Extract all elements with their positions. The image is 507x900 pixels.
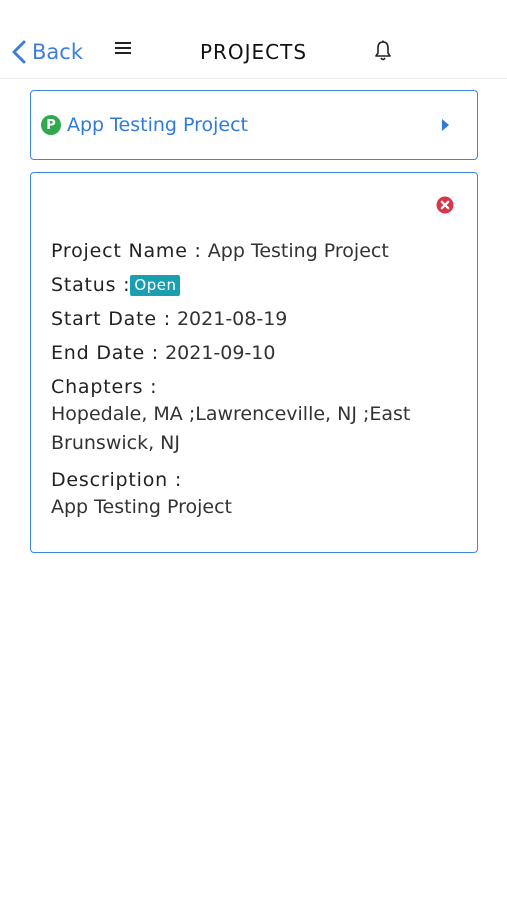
detail-fields: Project Name : App Testing Project Statu… xyxy=(51,239,461,532)
bell-icon[interactable] xyxy=(373,40,393,62)
description-label: Description : xyxy=(51,469,183,491)
project-name-row: Project Name : App Testing Project xyxy=(51,239,461,263)
start-date-label: Start Date : xyxy=(51,308,171,330)
chapters-label: Chapters : xyxy=(51,376,158,398)
end-date-label: End Date : xyxy=(51,342,160,364)
project-list-item[interactable]: P App Testing Project xyxy=(30,90,478,160)
status-row: Status : Open xyxy=(51,273,461,297)
project-row-name: App Testing Project xyxy=(67,114,249,136)
close-icon[interactable] xyxy=(436,196,454,214)
page-title: PROJECTS xyxy=(199,40,308,64)
start-date-value: 2021-08-19 xyxy=(176,308,288,330)
chapters-value: Hopedale, MA ;Lawrenceville, NJ ;East Br… xyxy=(51,403,411,454)
caret-right-icon xyxy=(442,119,449,131)
status-label: Status : xyxy=(51,274,131,296)
project-name-label: Project Name : xyxy=(51,240,202,262)
start-date-row: Start Date : 2021-08-19 xyxy=(51,307,461,331)
project-name-value: App Testing Project xyxy=(207,240,389,262)
description-row: Description : App Testing Project xyxy=(51,468,461,522)
description-value: App Testing Project xyxy=(51,496,233,518)
project-detail-card: Project Name : App Testing Project Statu… xyxy=(30,172,478,553)
end-date-value: 2021-09-10 xyxy=(165,342,276,364)
end-date-row: End Date : 2021-09-10 xyxy=(51,341,461,365)
app-header: Back PROJECTS xyxy=(0,0,507,79)
status-badge: Open xyxy=(130,275,181,296)
chapters-row: Chapters : Hopedale, MA ;Lawrenceville, … xyxy=(51,375,461,458)
project-badge-icon: P xyxy=(41,115,61,135)
